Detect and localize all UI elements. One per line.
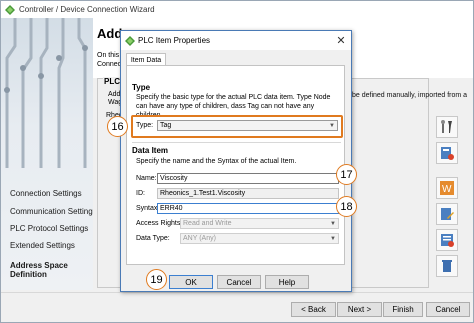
callout-17: 17: [336, 164, 357, 185]
close-icon[interactable]: ✕: [334, 33, 348, 47]
cancel-button[interactable]: Cancel: [217, 275, 261, 289]
chevron-down-icon: ▼: [330, 220, 336, 227]
tools-icon[interactable]: [436, 116, 458, 138]
type-section-title: Type: [132, 83, 151, 92]
wizard-cancel-button[interactable]: Cancel: [426, 302, 470, 317]
ok-button[interactable]: OK: [169, 275, 213, 289]
background-description: be defined manually, imported from a: [352, 92, 468, 99]
dialog-logo-icon: [125, 35, 135, 46]
delete-icon[interactable]: [436, 255, 458, 277]
wizard-sidebar: Connection Settings Communication Settin…: [1, 18, 93, 290]
finish-button[interactable]: Finish: [383, 302, 423, 317]
nav-address-space[interactable]: Address Space: [10, 261, 68, 270]
app-logo-icon: [5, 4, 15, 15]
import-icon[interactable]: [436, 142, 458, 164]
type-highlight-box: [131, 115, 343, 138]
name-label: Name:: [136, 175, 157, 182]
section-divider: [132, 142, 341, 143]
callout-18: 18: [336, 196, 357, 217]
syntax-label: Syntax:: [136, 205, 160, 212]
help-button[interactable]: Help: [265, 275, 309, 289]
wizard-title: Controller / Device Connection Wizard: [19, 5, 155, 14]
edit-icon[interactable]: [436, 203, 458, 225]
page-intro-line2: Connec: [97, 61, 122, 68]
callout-16: 16: [107, 116, 128, 137]
access-rights-label: Access Rights:: [136, 220, 183, 227]
page-intro-line1: On this: [97, 52, 120, 59]
word-icon[interactable]: W: [436, 177, 458, 199]
id-label: ID:: [136, 190, 145, 197]
nav-communication-settings[interactable]: Communication Settings: [10, 207, 93, 216]
list-icon[interactable]: [436, 229, 458, 251]
nav-connection-settings[interactable]: Connection Settings: [10, 189, 82, 198]
wizard-titlebar: Controller / Device Connection Wizard: [1, 1, 473, 19]
access-rights-value: Read and Write: [183, 220, 232, 227]
group-text-add: Add: [108, 91, 121, 98]
syntax-input[interactable]: ERR40: [157, 203, 339, 214]
data-item-section-title: Data Item: [132, 146, 169, 155]
data-type-value: ANY (Any): [183, 235, 216, 242]
dialog-title: PLC Item Properties: [138, 36, 211, 45]
data-type-dropdown: ANY (Any) ▼: [180, 233, 339, 244]
nav-plc-protocol-settings[interactable]: PLC Protocol Settings: [10, 224, 88, 233]
data-type-label: Data Type:: [136, 235, 170, 242]
id-field: Rheonics_1.Test1.Viscosity: [157, 188, 339, 199]
nav-definition[interactable]: Definition: [10, 270, 47, 279]
plc-item-properties-dialog: PLC Item Properties ✕ Item Data Type Spe…: [120, 30, 352, 292]
back-button[interactable]: < Back: [291, 302, 336, 317]
callout-19: 19: [146, 269, 167, 290]
data-item-description: Specify the name and the Syntax of the a…: [136, 158, 297, 165]
name-input[interactable]: Viscosity: [157, 173, 339, 184]
access-rights-dropdown: Read and Write ▼: [180, 218, 339, 229]
nav-extended-settings[interactable]: Extended Settings: [10, 241, 75, 250]
dialog-titlebar: PLC Item Properties ✕: [121, 31, 351, 50]
next-button[interactable]: Next >: [337, 302, 382, 317]
chevron-down-icon: ▼: [330, 235, 336, 242]
item-data-panel: Type Specify the basic type for the actu…: [126, 65, 345, 265]
svg-text:W: W: [442, 184, 452, 195]
